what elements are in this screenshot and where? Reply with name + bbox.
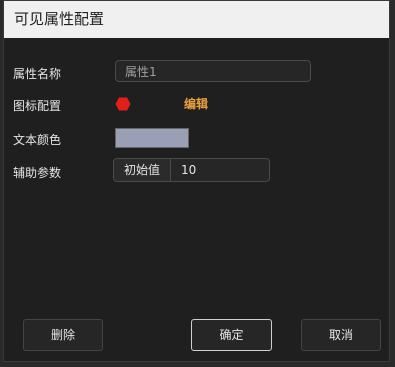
text-color-swatch[interactable] <box>115 128 189 148</box>
initial-value-addon: 初始值 <box>114 159 171 181</box>
cancel-button[interactable]: 取消 <box>301 319 381 351</box>
dialog-title: 可见属性配置 <box>4 1 389 38</box>
icon-config-label: 图标配置 <box>13 99 62 113</box>
aux-param-input-group: 初始值 10 <box>113 158 270 182</box>
text-color-label: 文本颜色 <box>13 133 62 147</box>
attribute-name-label: 属性名称 <box>13 67 62 81</box>
aux-param-label: 辅助参数 <box>13 166 62 180</box>
attribute-name-input[interactable]: 属性1 <box>115 60 311 82</box>
visible-attribute-dialog: 可见属性配置 属性名称 属性1 图标配置 编辑 文本颜色 辅助参数 初始值 10… <box>3 0 390 362</box>
red-hexagon-icon <box>115 96 131 112</box>
edit-icon-link[interactable]: 编辑 <box>184 95 208 112</box>
confirm-button[interactable]: 确定 <box>191 319 272 351</box>
initial-value-input[interactable]: 10 <box>171 159 269 181</box>
delete-button[interactable]: 删除 <box>23 319 103 351</box>
